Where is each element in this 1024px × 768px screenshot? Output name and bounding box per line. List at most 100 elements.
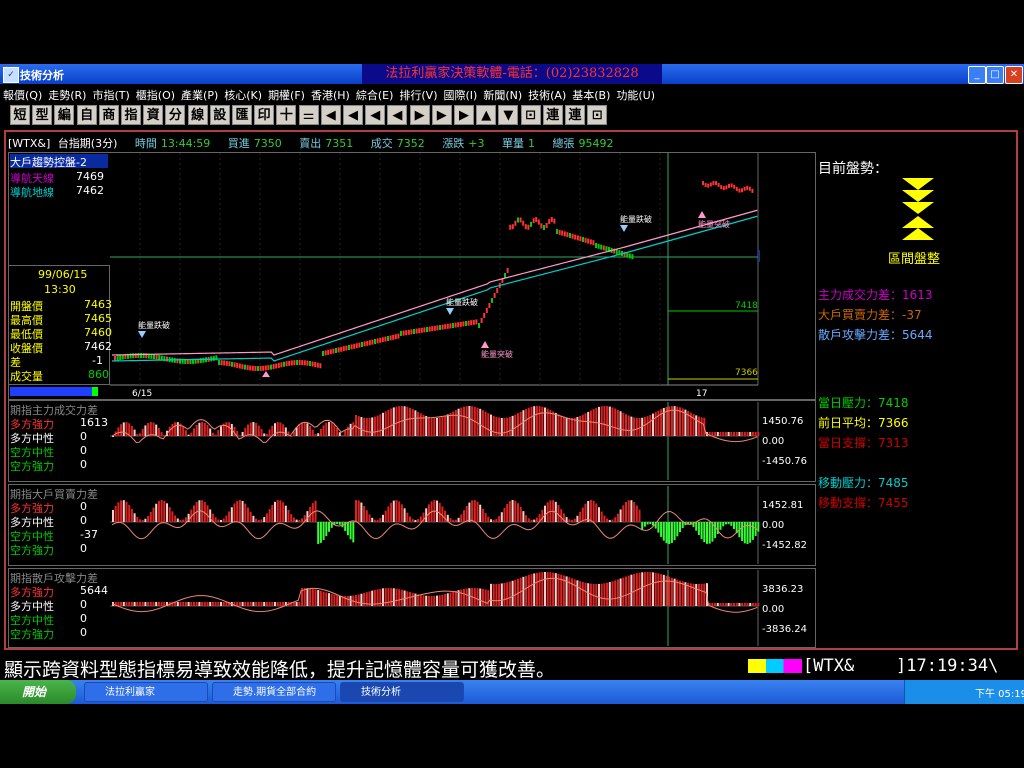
histogram-bar	[201, 602, 204, 606]
toolbar-button-22[interactable]: ▼	[498, 105, 519, 125]
toolbar-button-8[interactable]: 線	[187, 105, 208, 125]
toolbar-button-21[interactable]: ▲	[476, 105, 497, 125]
histogram-bar	[157, 501, 160, 522]
signal-arrow-icon	[620, 225, 628, 232]
histogram-bar	[695, 522, 698, 531]
task-ferrari[interactable]: 法拉利贏家	[84, 682, 208, 702]
sub-chart-2[interactable]	[110, 486, 760, 564]
histogram-bar	[206, 602, 209, 606]
start-button[interactable]: 開始	[0, 680, 76, 704]
open-value: 7463	[84, 298, 112, 311]
bid-label: 買進	[227, 137, 250, 150]
sub-chart-3[interactable]	[110, 570, 760, 646]
histogram-bar	[360, 417, 363, 436]
toolbar-button-3[interactable]: 自	[76, 105, 97, 125]
histogram-bar	[751, 432, 754, 436]
histogram-bar	[298, 602, 301, 606]
histogram-bar	[463, 510, 465, 522]
candle	[493, 293, 496, 298]
volume-value: 860	[88, 368, 109, 381]
histogram-bar	[171, 423, 174, 436]
histogram-bar	[406, 512, 409, 522]
toolbar-button-11[interactable]: 印	[254, 105, 275, 125]
trend-state: 區間盤整	[888, 252, 941, 267]
toolbar-button-17[interactable]: ◀	[387, 105, 408, 125]
toolbar-button-26[interactable]: ⊡	[587, 105, 608, 125]
histogram-bar	[149, 602, 152, 606]
histogram-bar	[438, 595, 441, 606]
histogram-bar	[279, 602, 282, 606]
histogram-bar	[360, 502, 363, 522]
toolbar-button-2[interactable]: 編	[54, 105, 75, 125]
toolbar-button-9[interactable]: 設	[209, 105, 230, 125]
toolbar-button-10[interactable]: 匯	[232, 105, 252, 125]
toolbar-button-24[interactable]: 連	[542, 105, 563, 125]
histogram-bar	[500, 583, 503, 606]
toolbar-button-18[interactable]: ▶	[409, 105, 430, 125]
window-titlebar[interactable]: ✓ 技術分析 法拉利贏家決策軟體-電話：(02)23832828 _ □ ✕	[0, 64, 1024, 84]
histogram-bar	[214, 434, 217, 436]
histogram-bar	[517, 413, 519, 436]
histogram-bar	[595, 503, 598, 522]
histogram-bar	[409, 516, 411, 522]
toolbar-button-0[interactable]: 短	[10, 105, 30, 125]
histogram-bar	[403, 406, 406, 436]
task-technical-analysis[interactable]: 技術分析	[340, 682, 464, 702]
toolbar-button-25[interactable]: 連	[565, 105, 585, 125]
histogram-bar	[530, 519, 533, 522]
toolbar-button-13[interactable]: ⚌	[298, 105, 319, 125]
histogram-bar	[557, 414, 560, 436]
signal-arrow-icon	[481, 341, 489, 348]
ground-line-value: 7462	[76, 184, 104, 197]
toolbar-button-14[interactable]: ◀	[320, 105, 341, 125]
toolbar-button-7[interactable]: 分	[165, 105, 186, 125]
ground-line	[111, 215, 758, 362]
histogram-bar	[635, 505, 638, 522]
histogram-bar	[657, 573, 660, 606]
histogram-bar	[195, 602, 198, 606]
toolbar-button-16[interactable]: ◀	[365, 105, 386, 125]
candle	[381, 337, 384, 343]
histogram-bar	[716, 603, 719, 606]
candle	[335, 348, 337, 353]
toolbar-button-5[interactable]: 指	[121, 105, 141, 125]
close-button[interactable]: ✕	[1005, 66, 1023, 84]
candle	[285, 361, 288, 367]
toolbar-button-15[interactable]: ◀	[343, 105, 363, 125]
histogram-bar	[452, 591, 455, 606]
histogram-bar	[168, 507, 171, 522]
histogram-bar	[379, 518, 382, 522]
histogram-bar	[552, 572, 555, 606]
histogram-bar	[471, 406, 474, 436]
indicator-title[interactable]: 大戶趨勢控盤-2	[10, 154, 108, 169]
candle	[277, 362, 280, 368]
histogram-bar	[244, 602, 247, 606]
minimize-button[interactable]: _	[968, 66, 986, 84]
histogram-bar	[676, 579, 679, 606]
toolbar-button-23[interactable]: ⊡	[520, 105, 541, 125]
toolbar-button-1[interactable]: 型	[32, 105, 53, 125]
task-futures-trend[interactable]: 走勢.期貨全部合約	[212, 682, 336, 702]
scroll-thumb[interactable]	[92, 387, 98, 396]
toolbar-button-12[interactable]: 十	[276, 105, 297, 125]
sub-chart-1[interactable]	[110, 402, 760, 480]
histogram-bar	[260, 429, 263, 436]
scroll-bar[interactable]	[10, 387, 98, 396]
histogram-bar	[506, 503, 509, 522]
maximize-button[interactable]: □	[986, 66, 1004, 84]
candle	[446, 323, 449, 329]
toolbar-button-20[interactable]: ▶	[454, 105, 474, 125]
toolbar-button-19[interactable]: ▶	[431, 105, 452, 125]
histogram-bar	[733, 603, 735, 606]
candle	[353, 343, 356, 349]
histogram-bar	[643, 572, 646, 606]
histogram-bar	[476, 407, 479, 436]
toolbar-button-4[interactable]: 商	[98, 105, 119, 125]
histogram-bar	[727, 603, 730, 606]
toolbar-button-6[interactable]: 資	[143, 105, 164, 125]
price-chart[interactable]: 7517.507495.007472.507427.507405.007382.…	[110, 153, 760, 399]
candle	[272, 364, 275, 370]
histogram-bar	[633, 573, 636, 606]
sub3-tick: 0.00	[762, 604, 785, 615]
histogram-bar	[625, 576, 627, 606]
